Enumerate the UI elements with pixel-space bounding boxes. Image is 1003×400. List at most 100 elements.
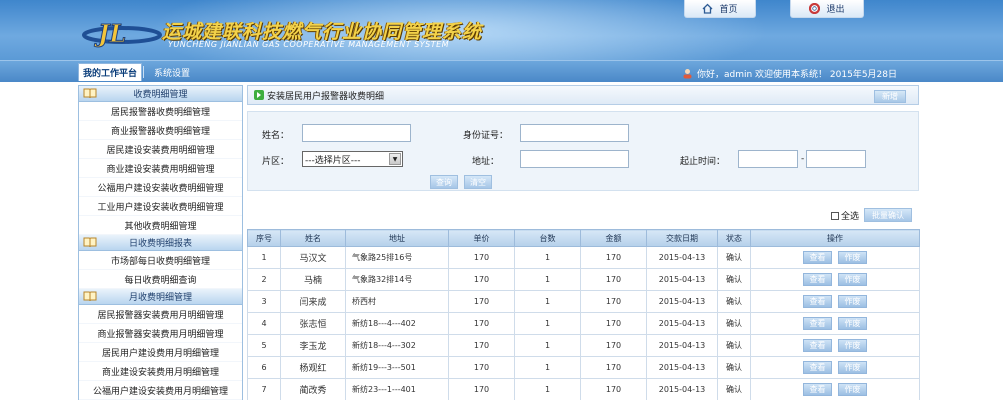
view-button[interactable]: 查看 [803, 339, 832, 352]
cell-address: 新纺18---4---402 [345, 312, 449, 335]
cell-name: 杨观红 [280, 356, 346, 379]
select-all-checkbox[interactable] [831, 211, 839, 220]
id-number-input[interactable] [520, 124, 629, 142]
sidebar-item-public-install-monthly[interactable]: 公福用户建设安装费用月明细管理 [79, 381, 242, 400]
logout-button[interactable]: 退出 [790, 0, 864, 18]
sidebar-item-industrial-install-fee[interactable]: 工业用户建设安装收费明细管理 [79, 197, 242, 216]
view-button[interactable]: 查看 [803, 251, 832, 264]
end-date-input[interactable] [806, 150, 866, 168]
welcome-area: 你好，admin 欢迎使用本系统！ 2015年5月28日 [682, 67, 897, 80]
section-title: 日收费明细报表 [128, 239, 192, 249]
cell-date: 2015-04-13 [646, 378, 718, 400]
tab-my-workspace[interactable]: 我的工作平台 [78, 63, 143, 81]
add-button[interactable]: 新增 [874, 90, 906, 103]
void-button[interactable]: 作废 [838, 383, 867, 396]
sidebar-item-other-fee[interactable]: 其他收费明细管理 [79, 216, 242, 235]
cell-date: 2015-04-13 [646, 246, 718, 269]
cell-actions: 查看 作废 [750, 356, 920, 379]
cell-price: 170 [448, 378, 515, 400]
id-label: 身份证号： [463, 131, 509, 141]
void-button[interactable]: 作废 [838, 273, 867, 286]
view-button[interactable]: 查看 [803, 273, 832, 286]
void-button[interactable]: 作废 [838, 251, 867, 264]
address-input[interactable] [520, 150, 629, 168]
cell-price: 170 [448, 246, 515, 269]
cell-name: 张志恒 [280, 312, 346, 335]
cell-address: 新纺18---4---302 [345, 334, 449, 357]
cell-amount: 170 [580, 312, 647, 335]
cell-count: 1 [514, 312, 581, 335]
start-date-input[interactable] [738, 150, 798, 168]
column-header[interactable]: 金额 [580, 229, 647, 247]
view-button[interactable]: 查看 [803, 317, 832, 330]
welcome-text: 你好，admin 欢迎使用本系统！ 2015年5月28日 [697, 70, 898, 80]
section-title: 月收费明细管理 [128, 293, 192, 303]
cell-amount: 170 [580, 246, 647, 269]
sidebar-item-public-install-fee[interactable]: 公福用户建设安装收费明细管理 [79, 178, 242, 197]
column-header[interactable]: 单价 [448, 229, 515, 247]
column-header[interactable]: 交款日期 [646, 229, 718, 247]
void-button[interactable]: 作废 [838, 295, 867, 308]
view-button[interactable]: 查看 [803, 383, 832, 396]
cell-no: 2 [247, 268, 281, 291]
sidebar-section-daily-report[interactable]: 日收费明细报表 [79, 235, 242, 251]
cell-name: 李玉龙 [280, 334, 346, 357]
cell-amount: 170 [580, 378, 647, 400]
column-header[interactable]: 姓名 [280, 229, 346, 247]
sidebar-section-monthly[interactable]: 月收费明细管理 [79, 289, 242, 305]
name-input[interactable] [302, 124, 411, 142]
cell-address: 新纺23---1---401 [345, 378, 449, 400]
sidebar-item-market-daily[interactable]: 市场部每日收费明细管理 [79, 251, 242, 270]
column-header[interactable]: 台数 [514, 229, 581, 247]
sidebar-section-fee-details[interactable]: 收费明细管理 [79, 86, 242, 102]
cell-status: 确认 [717, 268, 751, 291]
tab-system-settings[interactable]: 系统设置 [150, 63, 194, 81]
cell-status: 确认 [717, 356, 751, 379]
cell-count: 1 [514, 334, 581, 357]
sidebar-item-commercial-install-monthly[interactable]: 商业建设安装费用月明细管理 [79, 362, 242, 381]
area-select[interactable]: ---选择片区--- ▼ [302, 151, 403, 167]
sidebar-item-resident-alarm-monthly[interactable]: 居民报警器安装费用月明细管理 [79, 305, 242, 324]
sidebar-item-commercial-alarm-fee[interactable]: 商业报警器收费明细管理 [79, 121, 242, 140]
home-button[interactable]: 首页 [684, 0, 756, 18]
cell-amount: 170 [580, 290, 647, 313]
sidebar-item-daily-query[interactable]: 每日收费明细查询 [79, 270, 242, 289]
sidebar-item-resident-alarm-fee[interactable]: 居民报警器收费明细管理 [79, 102, 242, 121]
table-row: 2 马楠 气象路32排14号 170 1 170 2015-04-13 确认 查… [247, 268, 920, 291]
area-selected-value: ---选择片区--- [305, 155, 361, 166]
cell-no: 3 [247, 290, 281, 313]
sidebar-item-resident-install-fee[interactable]: 居民建设安装费用明细管理 [79, 140, 242, 159]
sidebar-item-commercial-install-fee[interactable]: 商业建设安装费用明细管理 [79, 159, 242, 178]
column-header[interactable]: 地址 [345, 229, 449, 247]
column-header[interactable]: 状态 [717, 229, 751, 247]
cell-address: 气象路25排16号 [345, 246, 449, 269]
view-button[interactable]: 查看 [803, 295, 832, 308]
void-button[interactable]: 作废 [838, 361, 867, 374]
book-icon [83, 291, 97, 302]
view-button[interactable]: 查看 [803, 361, 832, 374]
void-button[interactable]: 作废 [838, 339, 867, 352]
select-all[interactable]: 全选 [831, 209, 859, 222]
date-separator: - [801, 154, 805, 164]
cell-price: 170 [448, 334, 515, 357]
search-panel: 姓名： 身份证号： 片区： ---选择片区--- ▼ 地址： 起止时间： - 查… [247, 111, 919, 191]
void-button[interactable]: 作废 [838, 317, 867, 330]
column-header[interactable]: 序号 [247, 229, 281, 247]
cell-no: 7 [247, 378, 281, 400]
sidebar-item-resident-build-monthly[interactable]: 居民用户建设费用月明细管理 [79, 343, 242, 362]
address-label: 地址： [472, 157, 500, 167]
table-row: 3 闫来成 桥西村 170 1 170 2015-04-13 确认 查看 作废 [247, 290, 920, 313]
column-header: 操作 [750, 229, 920, 247]
table-row: 6 杨观红 新纺19---3---501 170 1 170 2015-04-1… [247, 356, 920, 379]
sidebar-item-commercial-alarm-monthly[interactable]: 商业报警器安装费用月明细管理 [79, 324, 242, 343]
cell-name: 闫来成 [280, 290, 346, 313]
date-range-label: 起止时间： [680, 157, 726, 167]
arrow-right-icon [254, 90, 264, 100]
cell-date: 2015-04-13 [646, 334, 718, 357]
select-all-label: 全选 [841, 212, 860, 222]
query-button[interactable]: 查询 [430, 175, 458, 189]
cell-name: 马楠 [280, 268, 346, 291]
batch-confirm-button[interactable]: 批量确认 [864, 208, 912, 222]
name-label: 姓名： [262, 131, 290, 141]
clear-button[interactable]: 清空 [464, 175, 492, 189]
